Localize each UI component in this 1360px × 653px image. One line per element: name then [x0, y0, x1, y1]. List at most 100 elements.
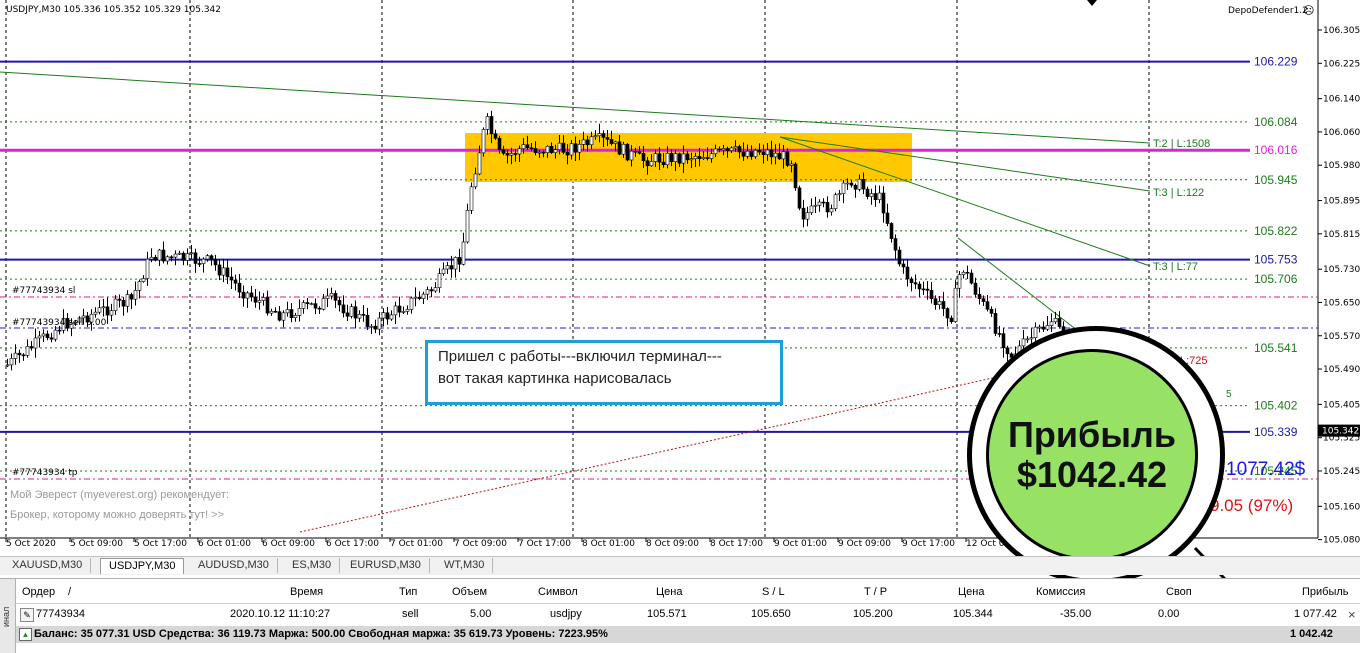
candle-body — [49, 337, 54, 340]
col-sl[interactable]: S / L — [762, 586, 785, 598]
tab-wt[interactable]: WT,M30 — [436, 558, 494, 573]
col-profit[interactable]: Прибыль — [1302, 586, 1349, 598]
candle-body — [349, 306, 354, 317]
tab-usdjpy[interactable]: USDJPY,M30 — [100, 558, 185, 574]
col-order[interactable]: Ордер — [22, 586, 55, 598]
tab-xauusd[interactable]: XAUUSD,M30 — [4, 558, 92, 573]
terminal-side-strip[interactable]: инал — [0, 579, 16, 653]
order-sell-label: #77743934 sell 5.00 — [12, 318, 107, 328]
col-swap[interactable]: Своп — [1166, 586, 1192, 598]
candle-body — [133, 290, 138, 300]
candle-body — [197, 263, 202, 265]
candle-body — [457, 257, 462, 265]
note-line-2: вот такая картинка нарисовалась — [438, 370, 672, 387]
candle-body — [953, 287, 958, 322]
candle-body — [793, 163, 798, 189]
candle-body — [605, 137, 610, 140]
order-volume: 5.00 — [470, 608, 492, 620]
col-volume[interactable]: Объем — [452, 586, 487, 598]
overlay-small-2: 5 — [1226, 389, 1232, 400]
candle-body — [741, 151, 746, 157]
candle-body — [1033, 326, 1038, 338]
order-sl-label: #77743934 sl — [12, 286, 76, 296]
candle-body — [33, 337, 38, 349]
candle-body — [653, 153, 658, 162]
candle-body — [817, 201, 822, 206]
trend-label: T:2 | L:1508 — [1153, 138, 1210, 150]
candle-body — [161, 249, 166, 262]
indicator-icon: ☹ — [1303, 4, 1315, 17]
candle-body — [1057, 318, 1062, 327]
profit-callout-title: Прибыль — [1008, 414, 1176, 455]
tab-audusd[interactable]: AUDUSD,M30 — [190, 558, 278, 573]
col-cur-price[interactable]: Цена — [958, 586, 984, 598]
level-label: 105.541 — [1254, 341, 1298, 355]
candle-body — [5, 364, 10, 367]
candle-body — [561, 142, 566, 153]
candle-body — [845, 182, 850, 185]
candle-body — [1001, 333, 1006, 349]
candle-body — [429, 289, 434, 292]
candle-body — [37, 335, 42, 339]
candle-body — [325, 295, 330, 299]
candle-body — [769, 149, 774, 158]
candle-body — [321, 298, 326, 310]
time-tick-label: 8 Oct 17:00 — [710, 539, 763, 549]
candle-body — [21, 354, 26, 357]
table-row[interactable]: ✎ 77743934 2020.10.12 11:10:27 sell 5.00… — [16, 605, 1360, 624]
candle-body — [365, 314, 370, 327]
col-sort[interactable]: / — [68, 586, 71, 598]
candle-body — [185, 253, 190, 261]
candle-body — [225, 267, 230, 278]
candle-body — [137, 281, 142, 291]
tab-es[interactable]: ES,M30 — [284, 558, 341, 573]
candle-body — [869, 193, 874, 197]
col-time[interactable]: Время — [290, 586, 323, 598]
candle-body — [1041, 326, 1046, 330]
candle-body — [601, 133, 606, 138]
col-symbol[interactable]: Символ — [538, 586, 578, 598]
candle-body — [53, 329, 58, 340]
candle-body — [509, 153, 514, 156]
time-tick-label: 5 Oct 17:00 — [134, 539, 187, 549]
candle-body — [829, 208, 834, 213]
time-tick-label: 5 Oct 2020 — [6, 539, 56, 549]
candle-body — [801, 207, 806, 220]
candle-body — [593, 135, 598, 138]
col-tp[interactable]: T / P — [864, 586, 887, 598]
price-tick-label: 105.405 — [1323, 400, 1360, 410]
candle-body — [621, 143, 626, 155]
ad-link[interactable]: Брокер, которому можно доверять тут! >> — [10, 509, 224, 521]
col-type[interactable]: Тип — [399, 586, 417, 598]
candle-body — [705, 157, 710, 159]
candle-body — [949, 317, 954, 322]
candle-body — [445, 265, 450, 270]
close-order-icon[interactable]: × — [1348, 607, 1356, 622]
col-commission[interactable]: Комиссия — [1036, 586, 1085, 598]
current-price-label: 105.342 — [1322, 427, 1359, 437]
candle-body — [233, 279, 238, 284]
candle-body — [405, 309, 410, 312]
candle-body — [169, 256, 174, 259]
trend-label: T:3 | L:77 — [1153, 261, 1198, 273]
time-tick-label: 5 Oct 09:00 — [70, 539, 123, 549]
candle-body — [377, 317, 382, 330]
candle-body — [645, 160, 650, 167]
candle-body — [573, 143, 578, 153]
candle-body — [129, 294, 134, 300]
price-tick-label: 105.570 — [1323, 332, 1360, 342]
candle-body — [257, 300, 262, 303]
candle-body — [737, 146, 742, 153]
candle-body — [341, 304, 346, 314]
candle-body — [313, 303, 318, 309]
candle-body — [193, 252, 198, 264]
level-label: 106.016 — [1254, 143, 1298, 157]
tab-eurusd[interactable]: EURUSD,M30 — [342, 558, 430, 573]
candle-body — [265, 297, 270, 314]
candle-body — [857, 178, 862, 190]
candle-body — [637, 151, 642, 154]
col-price[interactable]: Цена — [656, 586, 682, 598]
price-tick-label: 105.730 — [1323, 265, 1360, 275]
candle-body — [481, 129, 486, 154]
order-time: 2020.10.12 11:10:27 — [230, 608, 331, 620]
